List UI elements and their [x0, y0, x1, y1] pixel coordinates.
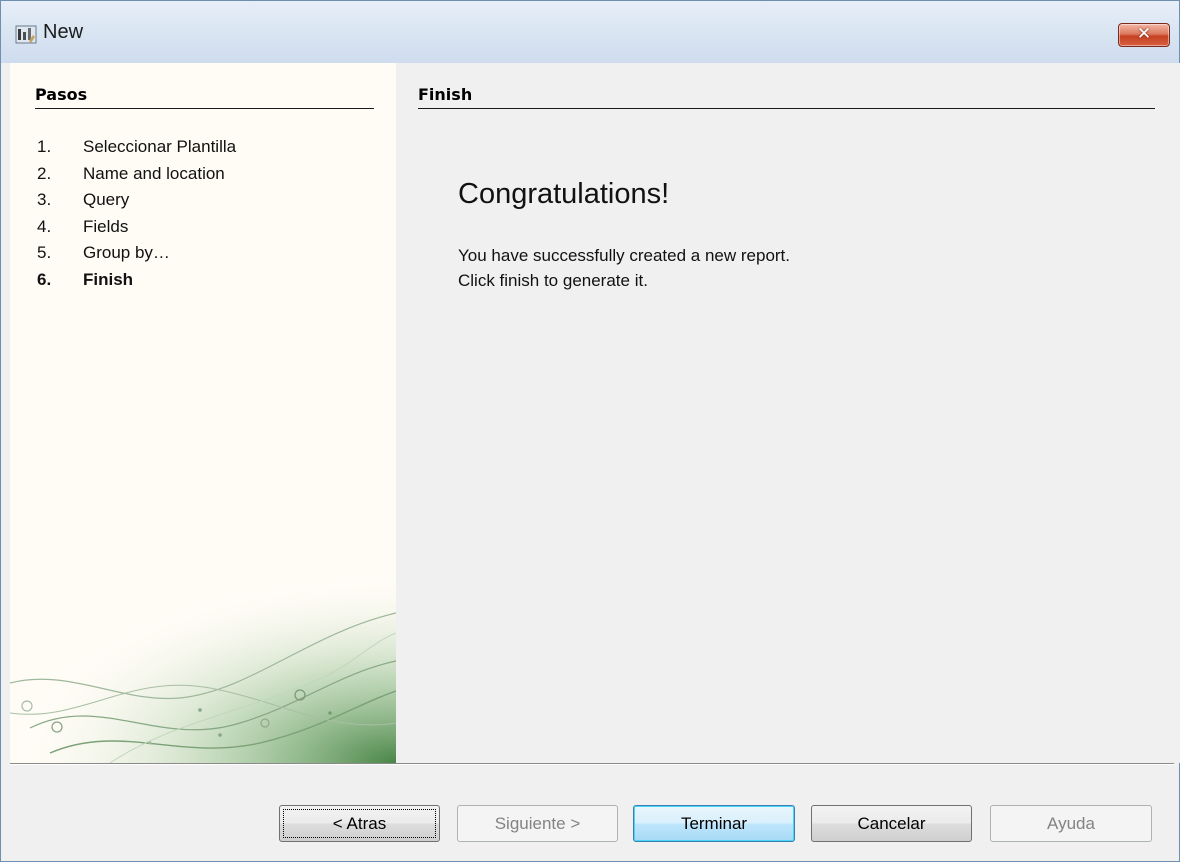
step-item: 1. Seleccionar Plantilla	[37, 136, 236, 163]
step-item: 2. Name and location	[37, 163, 236, 190]
button-bar: < Atras Siguiente > Terminar Cancelar Ay…	[1, 765, 1179, 861]
step-item: 5. Group by…	[37, 242, 236, 269]
wizard-app-icon	[15, 25, 37, 44]
title-bar[interactable]: New ✕	[1, 1, 1179, 63]
step-number: 6.	[37, 269, 52, 289]
step-item: 3. Query	[37, 189, 236, 216]
step-label: Finish	[83, 269, 134, 289]
step-label: Fields	[83, 216, 129, 236]
step-label: Seleccionar Plantilla	[83, 137, 237, 156]
step-item: 4. Fields	[37, 216, 236, 243]
wizard-window: New ✕ Pasos 1. Seleccionar Plantilla 2. …	[0, 0, 1180, 862]
instruction-message: Click finish to generate it.	[458, 271, 648, 290]
step-number: 4.	[37, 216, 52, 236]
window-title: New	[43, 21, 84, 43]
congratulations-heading: Congratulations!	[458, 178, 670, 210]
decorative-swirl-graphic	[10, 573, 396, 763]
steps-heading-divider	[35, 108, 374, 109]
step-label: Name and location	[83, 163, 225, 183]
close-icon: ✕	[1136, 24, 1152, 44]
content-heading: Finish	[418, 85, 473, 104]
next-button[interactable]: Siguiente >	[457, 805, 618, 842]
back-button[interactable]: < Atras	[279, 805, 440, 842]
finish-button[interactable]: Terminar	[633, 805, 795, 842]
step-number: 2.	[37, 163, 52, 183]
steps-panel: Pasos 1. Seleccionar Plantilla 2. Name and…	[10, 63, 396, 763]
step-item-current: 6. Finish	[37, 269, 236, 296]
steps-heading: Pasos	[35, 85, 88, 104]
success-message: You have successfully created a new repo…	[458, 246, 791, 265]
close-button[interactable]: ✕	[1118, 23, 1170, 47]
step-label: Group by…	[83, 243, 170, 262]
step-number: 3.	[37, 190, 52, 209]
help-button[interactable]: Ayuda	[990, 805, 1152, 842]
step-number: 5.	[37, 243, 52, 262]
step-number: 1.	[37, 137, 52, 156]
steps-list: 1. Seleccionar Plantilla 2. Name and locat…	[37, 136, 236, 295]
step-label: Query	[83, 190, 130, 209]
content-panel: Finish Congratulations! You have success…	[396, 63, 1180, 763]
content-heading-divider	[418, 108, 1155, 109]
cancel-button[interactable]: Cancelar	[811, 805, 972, 842]
